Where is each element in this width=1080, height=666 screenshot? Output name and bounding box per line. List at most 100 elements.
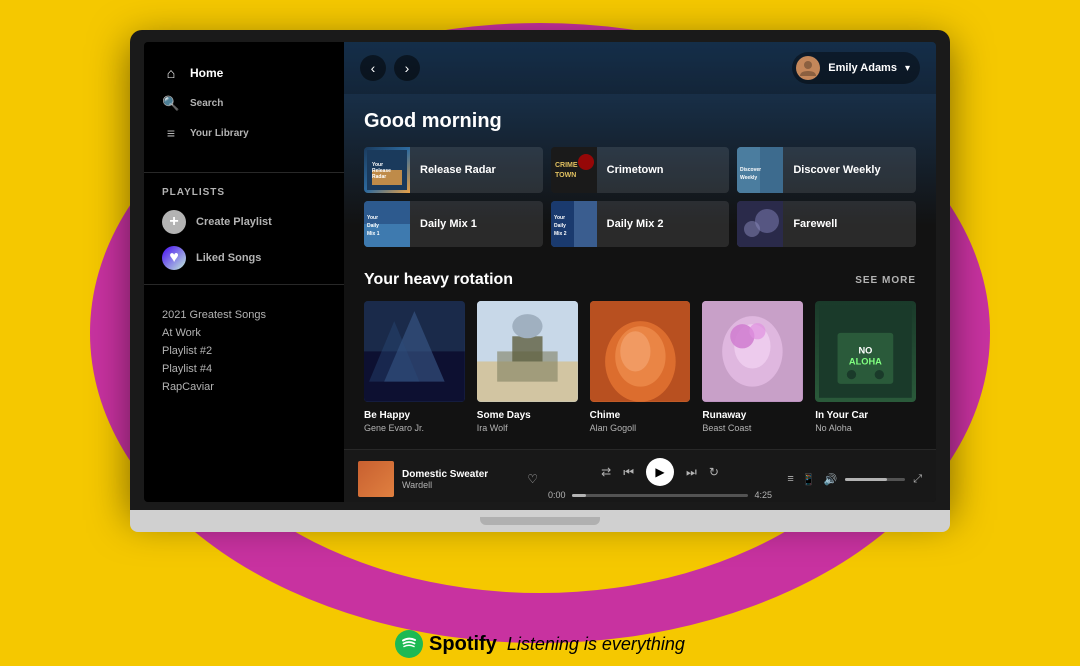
- progress-track[interactable]: [572, 494, 749, 497]
- prev-button[interactable]: ⏮: [623, 465, 634, 480]
- playlist-item[interactable]: Playlist #4: [162, 363, 326, 375]
- sidebar-nav: ⌂ Home 🔍 Search ≡ Your Library: [144, 58, 344, 148]
- sidebar-item-search[interactable]: 🔍 Search: [152, 88, 336, 118]
- svg-text:Your: Your: [367, 215, 378, 221]
- player-bar: Domestic Sweater Wardell ♡ ⇄ ⏮ ▶ ⏭: [344, 449, 936, 502]
- track-artist: Wardell: [402, 480, 519, 490]
- album-card-chime[interactable]: Chime Alan Gogoll: [590, 301, 691, 433]
- daily-mix-2-label: Daily Mix 2: [597, 218, 674, 230]
- sidebar: ⌂ Home 🔍 Search ≡ Your Library: [144, 42, 344, 502]
- svg-text:ALOHA: ALOHA: [849, 356, 882, 366]
- time-current: 0:00: [548, 490, 566, 500]
- runaway-artist: Beast Coast: [702, 423, 803, 433]
- crimetown-label: Crimetown: [597, 164, 674, 176]
- laptop: ⌂ Home 🔍 Search ≡ Your Library: [130, 30, 950, 532]
- svg-text:NO: NO: [859, 345, 873, 355]
- volume-button[interactable]: 🔊: [823, 473, 837, 486]
- album-card-in-your-car[interactable]: NO ALOHA In Your Car No Aloha: [815, 301, 916, 433]
- back-button[interactable]: ‹: [360, 55, 386, 81]
- shuffle-button[interactable]: ⇄: [601, 465, 611, 479]
- repeat-button[interactable]: ↻: [709, 465, 719, 479]
- laptop-base: [130, 510, 950, 532]
- playlist-list: 2021 Greatest Songs At Work Playlist #2 …: [144, 301, 344, 401]
- sidebar-item-home[interactable]: ⌂ Home: [152, 58, 336, 88]
- queue-button[interactable]: ≡: [787, 473, 793, 485]
- daily-mix-2-art: Your Daily Mix 2: [551, 201, 597, 247]
- volume-bar[interactable]: [845, 478, 905, 481]
- album-card-some-days[interactable]: Some Days Ira Wolf: [477, 301, 578, 433]
- playlist-item[interactable]: Playlist #2: [162, 345, 326, 357]
- album-card-runaway[interactable]: Runaway Beast Coast: [702, 301, 803, 433]
- control-buttons: ⇄ ⏮ ▶ ⏭ ↻: [601, 458, 719, 486]
- player-controls: ⇄ ⏮ ▶ ⏭ ↻ 0:00 4:25: [548, 458, 772, 500]
- heavy-rotation-grid: Be Happy Gene Evaro Jr.: [364, 301, 916, 433]
- quick-pick-release-radar[interactable]: Your Release Radar Release Radar: [364, 147, 543, 193]
- farewell-label: Farewell: [783, 218, 847, 230]
- svg-text:Daily: Daily: [367, 223, 379, 229]
- sidebar-item-library[interactable]: ≡ Your Library: [152, 118, 336, 148]
- heavy-rotation-title: Your heavy rotation: [364, 271, 513, 289]
- svg-text:Radar: Radar: [372, 174, 386, 180]
- liked-songs-action[interactable]: ♥ Liked Songs: [144, 240, 344, 276]
- heart-icon: ♥: [162, 246, 186, 270]
- now-playing-art: [358, 461, 394, 497]
- chime-title: Chime: [590, 410, 691, 421]
- progress-bar-container: 0:00 4:25: [548, 490, 772, 500]
- chime-art: [590, 301, 691, 402]
- player-extra-controls: ≡ 📱 🔊 ⤢: [782, 473, 922, 486]
- in-your-car-artist: No Aloha: [815, 423, 916, 433]
- progress-fill: [572, 494, 586, 497]
- user-menu[interactable]: Emily Adams ▾: [792, 52, 920, 84]
- play-button[interactable]: ▶: [646, 458, 674, 486]
- devices-button[interactable]: 📱: [802, 473, 816, 486]
- create-playlist-action[interactable]: + Create Playlist: [144, 204, 344, 240]
- svg-text:Mix 1: Mix 1: [367, 231, 380, 237]
- album-card-be-happy[interactable]: Be Happy Gene Evaro Jr.: [364, 301, 465, 433]
- spotify-branding: Spotify Listening is everything: [0, 630, 1080, 658]
- plus-icon: +: [162, 210, 186, 234]
- quick-pick-crimetown[interactable]: CRIME TOWN Crimetown: [551, 147, 730, 193]
- create-playlist-label: Create Playlist: [196, 216, 272, 228]
- sidebar-item-search-label: Search: [190, 98, 223, 109]
- svg-text:TOWN: TOWN: [555, 172, 576, 179]
- playlists-section-title: PLAYLISTS: [144, 181, 344, 204]
- like-button[interactable]: ♡: [527, 472, 538, 486]
- quick-pick-daily1[interactable]: Your Daily Mix 1 Daily Mix 1: [364, 201, 543, 247]
- spotify-tagline: Listening is everything: [507, 634, 685, 655]
- screen-bezel: ⌂ Home 🔍 Search ≡ Your Library: [130, 30, 950, 510]
- now-playing-info: Domestic Sweater Wardell: [402, 469, 519, 490]
- quick-pick-daily2[interactable]: Your Daily Mix 2 Daily Mix 2: [551, 201, 730, 247]
- spotify-logo: Spotify: [395, 630, 497, 658]
- release-radar-art: Your Release Radar: [364, 147, 410, 193]
- playlist-item[interactable]: RapCaviar: [162, 381, 326, 393]
- content-area: Good morning Your: [344, 94, 936, 449]
- sidebar-item-library-label: Your Library: [190, 128, 249, 139]
- volume-fill: [845, 478, 887, 481]
- be-happy-artist: Gene Evaro Jr.: [364, 423, 465, 433]
- avatar: [796, 56, 820, 80]
- some-days-title: Some Days: [477, 410, 578, 421]
- liked-songs-label: Liked Songs: [196, 252, 261, 264]
- sidebar-item-home-label: Home: [190, 66, 223, 80]
- svg-text:Weekly: Weekly: [740, 175, 757, 181]
- daily-mix-1-label: Daily Mix 1: [410, 218, 487, 230]
- runaway-title: Runaway: [702, 410, 803, 421]
- chevron-down-icon: ▾: [905, 63, 910, 74]
- playlist-item[interactable]: 2021 Greatest Songs: [162, 309, 326, 321]
- forward-button[interactable]: ›: [394, 55, 420, 81]
- svg-text:Discover: Discover: [740, 167, 761, 173]
- see-more-button[interactable]: SEE MORE: [855, 275, 916, 286]
- library-icon: ≡: [162, 124, 180, 142]
- be-happy-art: [364, 301, 465, 402]
- playlist-item[interactable]: At Work: [162, 327, 326, 339]
- quick-pick-discover[interactable]: Discover Weekly Discover Weekly: [737, 147, 916, 193]
- nav-buttons: ‹ ›: [360, 55, 420, 81]
- laptop-notch: [480, 517, 600, 525]
- topbar: ‹ › Emily Adams ▾: [344, 42, 936, 94]
- quick-pick-farewell[interactable]: Farewell: [737, 201, 916, 247]
- fullscreen-button[interactable]: ⤢: [913, 473, 922, 486]
- release-radar-label: Release Radar: [410, 164, 506, 176]
- some-days-artist: Ira Wolf: [477, 423, 578, 433]
- next-button[interactable]: ⏭: [686, 465, 697, 480]
- in-your-car-title: In Your Car: [815, 410, 916, 421]
